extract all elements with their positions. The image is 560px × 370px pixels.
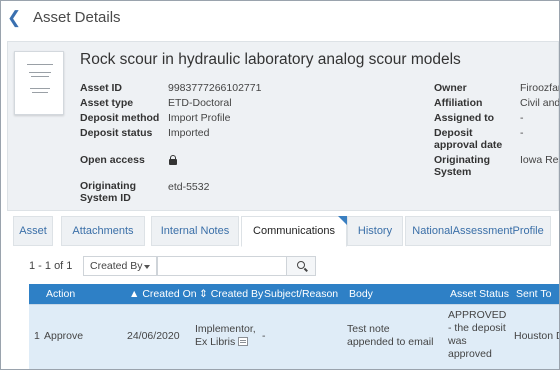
tab-attachments[interactable]: Attachments xyxy=(61,216,145,246)
field-value-assigned-to: - xyxy=(520,112,524,124)
column-header-action[interactable]: Action xyxy=(46,288,75,300)
tab-communications-label: Communications xyxy=(253,225,335,237)
asset-title: Rock scour in hydraulic laboratory analo… xyxy=(80,51,461,68)
search-input[interactable] xyxy=(157,256,287,276)
asset-summary-panel: Rock scour in hydraulic laboratory analo… xyxy=(7,41,559,211)
created-by-filter-dropdown[interactable]: Created By xyxy=(83,256,157,276)
lock-icon xyxy=(169,155,177,165)
field-label-affiliation: Affiliation xyxy=(434,97,483,109)
tab-internal-notes[interactable]: Internal Notes xyxy=(151,216,239,246)
field-label-originating-system: Originating System xyxy=(434,154,490,178)
cell-subject: - xyxy=(262,330,266,342)
column-header-body[interactable]: Body xyxy=(349,288,373,300)
tab-communications[interactable]: Communications xyxy=(241,216,347,247)
asset-thumbnail[interactable] xyxy=(14,51,64,115)
field-value-asset-id: 9983777266102771 xyxy=(168,82,262,94)
field-value-affiliation: Civil and xyxy=(520,97,560,109)
field-label-owner: Owner xyxy=(434,82,467,94)
cell-action: Approve xyxy=(44,330,84,342)
column-header-created-on-label: Created On xyxy=(142,288,197,300)
tab-asset[interactable]: Asset xyxy=(13,216,53,246)
column-header-created-by-label: Created By xyxy=(210,288,264,300)
field-label-asset-id: Asset ID xyxy=(80,82,123,94)
page-title: Asset Details xyxy=(33,9,121,26)
field-value-deposit-status: Imported xyxy=(168,127,210,139)
column-header-sent-to[interactable]: Sent To xyxy=(516,288,551,300)
field-label-asset-type: Asset type xyxy=(80,97,134,109)
search-button[interactable] xyxy=(286,256,316,276)
column-header-created-by[interactable]: ⇕ Created By xyxy=(199,288,263,300)
field-label-deposit-method: Deposit method xyxy=(80,112,160,124)
column-header-asset-status[interactable]: Asset Status xyxy=(450,288,509,300)
tab-history[interactable]: History xyxy=(347,216,403,246)
field-value-deposit-method: Import Profile xyxy=(168,112,231,124)
field-label-originating-system-id: Originating System ID xyxy=(80,180,136,204)
field-value-deposit-approval-date: - xyxy=(520,127,524,139)
top-bar: ❮ Asset Details xyxy=(1,1,559,37)
field-value-originating-system-id: etd-5532 xyxy=(168,181,210,193)
field-label-deposit-status: Deposit status xyxy=(80,127,153,139)
field-value-asset-type: ETD-Doctoral xyxy=(168,97,232,109)
chevron-left-icon[interactable]: ❮ xyxy=(7,9,23,27)
result-count: 1 - 1 of 1 xyxy=(29,260,73,272)
field-label-deposit-approval-date: Deposit approval date xyxy=(434,127,503,151)
field-label-open-access: Open access xyxy=(80,154,145,166)
caret-down-icon xyxy=(144,265,150,269)
tab-national-assessment-profile[interactable]: NationalAssessmentProfile xyxy=(405,216,551,246)
cell-created-on: 24/06/2020 xyxy=(127,330,180,342)
field-label-assigned-to: Assigned to xyxy=(434,112,495,124)
user-card-icon[interactable] xyxy=(238,337,249,346)
list-controls: 1 - 1 of 1 Created By xyxy=(1,253,559,277)
row-index: 1 xyxy=(34,330,40,342)
column-header-subject-reason[interactable]: Subject/Reason xyxy=(264,288,338,300)
cell-body: Test note appended to email xyxy=(347,323,434,348)
active-tab-corner-marker xyxy=(338,216,347,225)
filter-label: Created By xyxy=(90,260,143,272)
tab-bar: Asset Attachments Internal Notes Communi… xyxy=(7,216,559,247)
asset-details-window: ❮ Asset Details Rock scour in hydraulic … xyxy=(0,0,560,370)
table-row[interactable]: 1 Approve 24/06/2020 Implementor, Ex Lib… xyxy=(29,304,560,369)
cell-sent-to: Houston D xyxy=(514,330,560,342)
field-value-originating-system: Iowa Res xyxy=(520,154,560,166)
field-value-owner: Firoozfar xyxy=(520,82,560,94)
cell-created-by: Implementor, Ex Libris xyxy=(195,323,259,349)
table-header: Action ▲ Created On ⇕ Created By Subject… xyxy=(29,284,559,304)
column-header-created-on[interactable]: ▲ Created On xyxy=(129,288,197,300)
cell-asset-status: APPROVED - the deposit was approved xyxy=(448,309,507,360)
